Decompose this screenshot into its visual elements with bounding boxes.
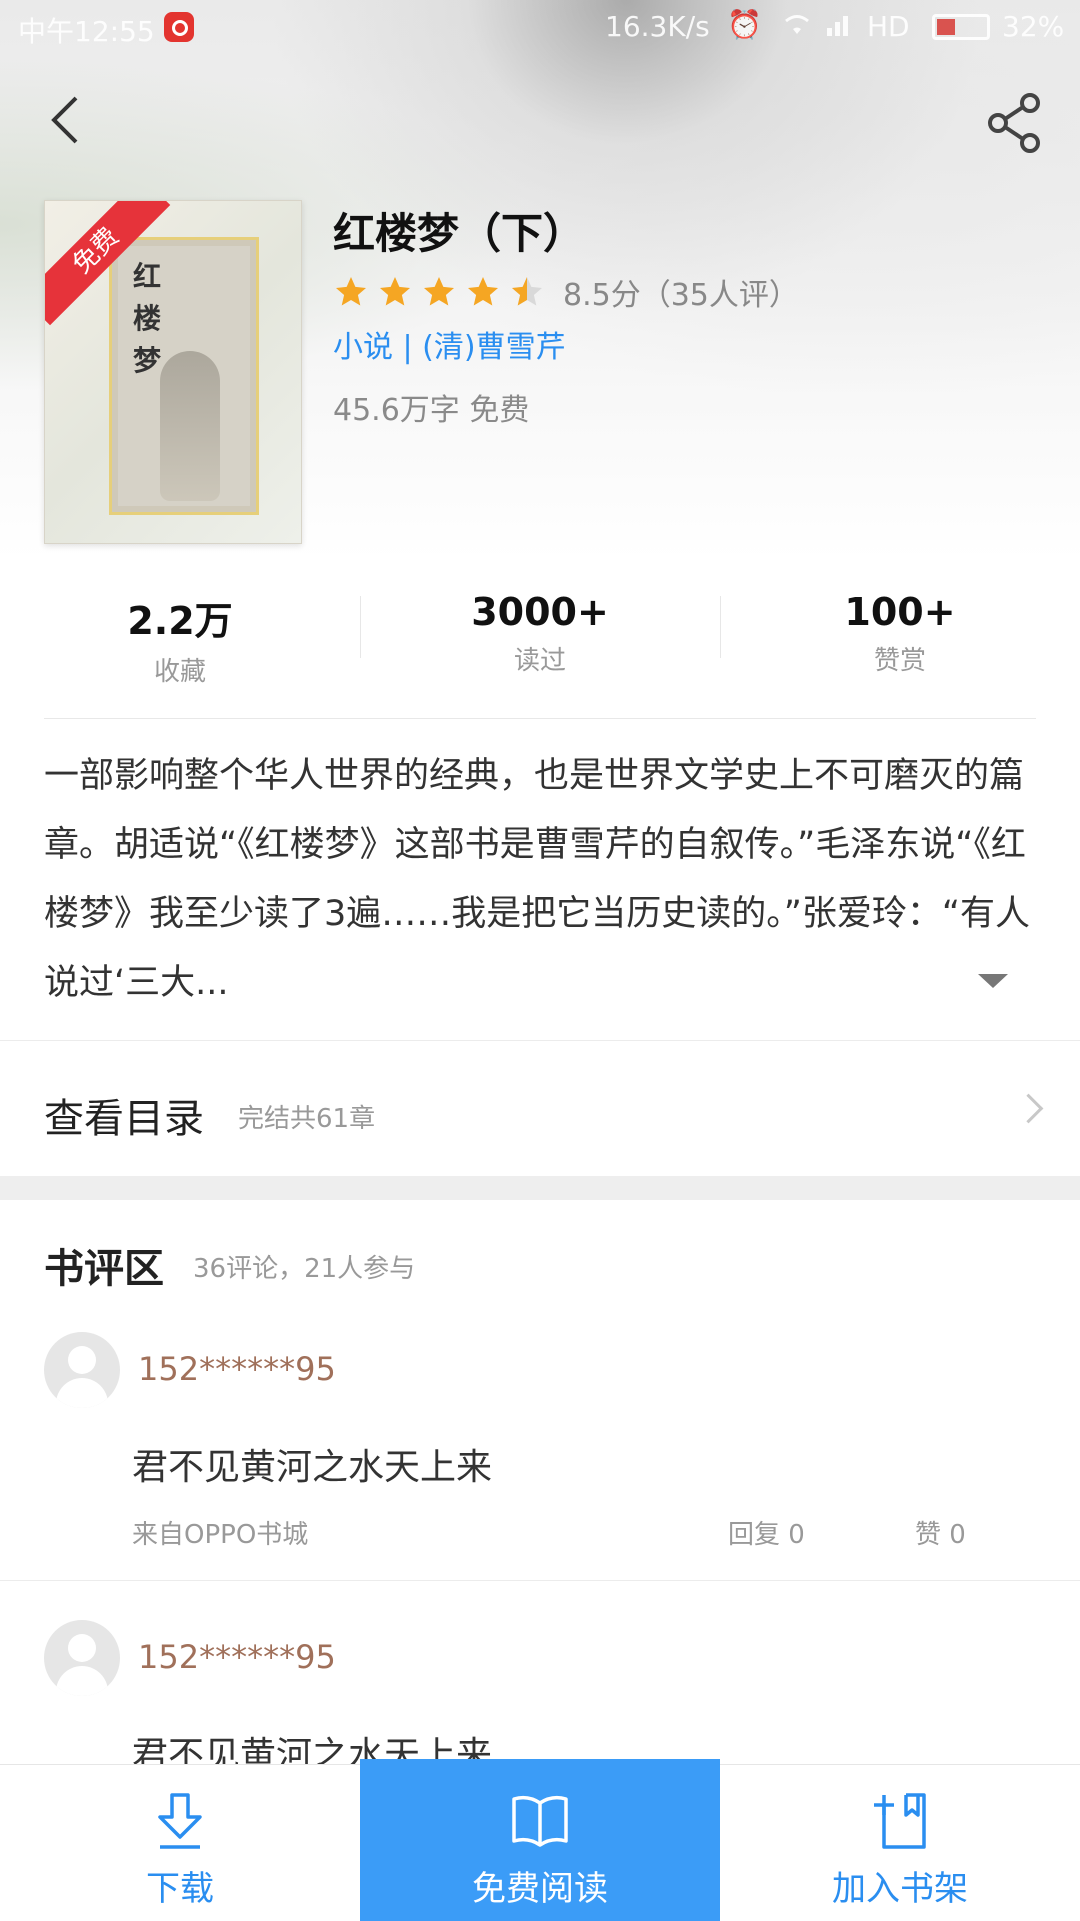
avatar[interactable] <box>44 1620 120 1696</box>
download-icon <box>158 1793 202 1849</box>
bottom-action-bar: 下载 免费阅读 加入书架 <box>0 1759 1080 1921</box>
divider <box>0 1040 1080 1041</box>
star-icon <box>336 277 366 306</box>
book-stats: 2.2万 收藏 3000+ 读过 100+ 赞赏 <box>0 590 1080 700</box>
review-username[interactable]: 152******95 <box>138 1350 336 1388</box>
book-cover[interactable]: 红楼梦 免费 <box>44 200 302 544</box>
review-text: 君不见黄河之水天上来 <box>132 1447 493 1488</box>
star-icon <box>424 277 454 306</box>
download-label: 下载 <box>146 1869 214 1909</box>
wifi-icon <box>780 8 814 45</box>
star-icon <box>468 277 498 306</box>
expand-arrow-icon[interactable] <box>978 974 1008 988</box>
signal-icon: HD <box>825 8 910 45</box>
stat-tips: 100+ 赞赏 <box>720 590 1080 677</box>
stat-label: 读过 <box>513 646 566 676</box>
status-bar: 中午12:55 16.3K/s ⏰ HD 32% <box>0 0 1080 56</box>
stat-label: 收藏 <box>153 657 206 687</box>
stat-divider <box>720 596 721 658</box>
review-item[interactable]: 152******95 君不见黄河之水天上来 <box>0 1618 1080 1764</box>
star-icon <box>380 277 410 306</box>
status-network-speed: 16.3K/s <box>605 10 710 43</box>
read-free-label: 免费阅读 <box>472 1869 608 1909</box>
back-icon <box>51 96 78 144</box>
rating-row: 8.5分（35人评） <box>333 270 799 314</box>
like-button[interactable]: 赞 0 <box>915 1514 966 1551</box>
battery-percentage: 32% <box>1002 10 1065 43</box>
cover-illustration <box>160 351 220 501</box>
category-author-link[interactable]: 小说 | (清)曹雪芹 <box>333 322 566 366</box>
review-source: 来自OPPO书城 <box>132 1520 309 1550</box>
stat-divider <box>360 596 361 658</box>
battery-icon <box>932 14 990 40</box>
stat-value: 100+ <box>844 590 956 634</box>
chevron-right-icon <box>1013 1093 1044 1124</box>
add-to-shelf-button[interactable]: 加入书架 <box>720 1765 1080 1921</box>
divider <box>44 718 1036 719</box>
book-meta: 45.6万字 免费 <box>333 393 530 428</box>
review-item[interactable]: 152******95 君不见黄河之水天上来 来自OPPO书城 回复 0 赞 0 <box>0 1330 1080 1580</box>
status-time: 中午12:55 <box>18 15 155 48</box>
avatar[interactable] <box>44 1332 120 1408</box>
stat-value: 2.2万 <box>127 599 233 643</box>
book-open-icon <box>512 1795 568 1847</box>
netease-music-icon <box>164 12 194 42</box>
toc-chapter-count: 完结共61章 <box>238 1104 376 1134</box>
reviews-title: 书评区 <box>44 1246 164 1292</box>
table-of-contents-row[interactable]: 查看目录 完结共61章 <box>0 1042 1080 1176</box>
share-button[interactable] <box>985 92 1043 154</box>
half-star-icon <box>512 277 542 306</box>
download-button[interactable]: 下载 <box>0 1765 360 1921</box>
network-type: HD <box>867 10 910 43</box>
stat-read: 3000+ 读过 <box>360 590 720 677</box>
reviews-count: 36评论，21人参与 <box>193 1254 416 1284</box>
stat-favorites: 2.2万 收藏 <box>0 590 360 688</box>
read-free-button[interactable]: 免费阅读 <box>360 1759 720 1921</box>
cover-title: 红楼梦 <box>133 260 162 377</box>
book-intro[interactable]: 一部影响整个华人世界的经典，也是世界文学史上不可磨灭的篇章。胡适说“《红楼梦》这… <box>44 742 1036 1018</box>
divider <box>0 1580 1080 1581</box>
share-icon <box>988 93 1040 153</box>
section-gap <box>0 1176 1080 1200</box>
book-title: 红楼梦（下） <box>333 209 586 258</box>
toc-title: 查看目录 <box>44 1096 204 1142</box>
stat-value: 3000+ <box>471 590 609 634</box>
reply-button[interactable]: 回复 0 <box>728 1514 805 1551</box>
alarm-icon: ⏰ <box>727 8 762 41</box>
rating-text: 8.5分（35人评） <box>563 278 799 313</box>
stat-label: 赞赏 <box>873 646 926 676</box>
review-username[interactable]: 152******95 <box>138 1638 336 1676</box>
add-to-shelf-label: 加入书架 <box>832 1869 968 1909</box>
back-button[interactable] <box>40 90 90 150</box>
add-bookshelf-icon <box>874 1793 926 1849</box>
